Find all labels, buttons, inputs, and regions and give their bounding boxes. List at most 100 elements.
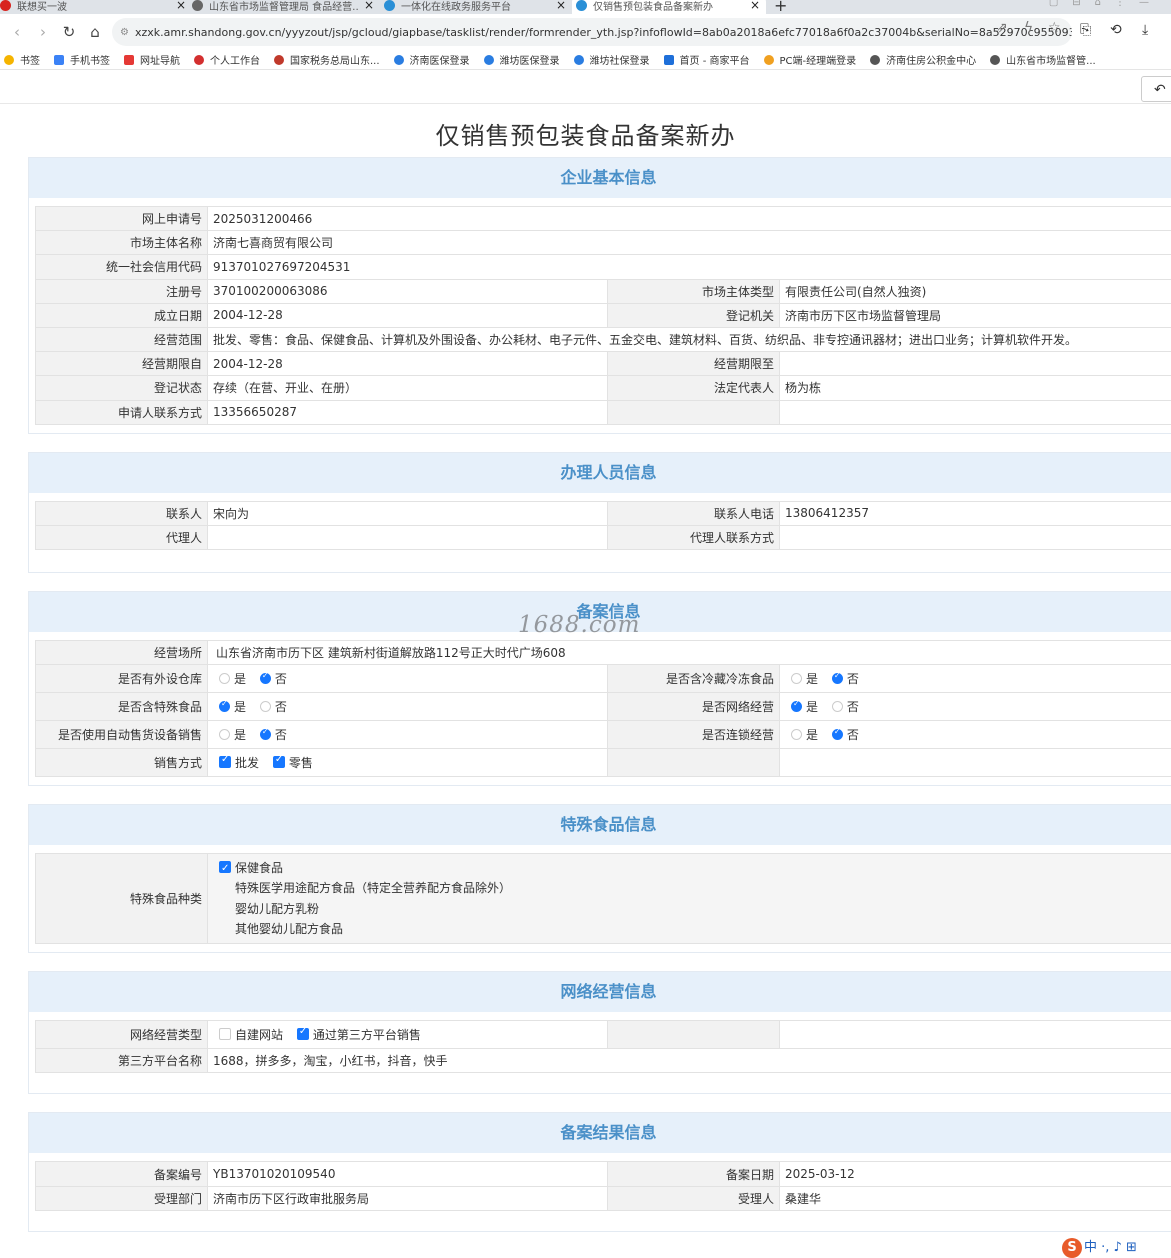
url-field[interactable]: ⚙ xzxk.amr.shandong.gov.cn/yyyzout/jsp/g… [112, 18, 1072, 46]
page-title: 仅销售预包装食品备案新办 [0, 104, 1171, 157]
new-tab-button[interactable]: + [774, 0, 787, 14]
cold-food-no-radio[interactable] [832, 673, 843, 684]
field-label: 特殊食品种类 [36, 854, 208, 944]
acceptor-value: 桑建华 [780, 1186, 1171, 1210]
bookmark-item[interactable]: 国家税务总局山东... [274, 52, 380, 67]
warehouse-no-radio[interactable] [260, 673, 271, 684]
bookmark-item[interactable]: PC端-经理端登录 [764, 52, 857, 67]
browser-tab-3[interactable]: 一体化在线政务服务平台 × [384, 0, 566, 14]
forward-arrow-icon[interactable]: › [30, 23, 56, 41]
applicant-contact-value: 13356650287 [208, 400, 608, 424]
field-label: 注册号 [36, 279, 208, 303]
bookmark-item[interactable]: 个人工作台 [194, 52, 260, 67]
back-arrow-icon[interactable]: ‹ [4, 23, 30, 41]
third-party-checkbox[interactable] [297, 1028, 309, 1040]
bookmark-icon [574, 55, 584, 65]
special-food-no-radio[interactable] [260, 701, 271, 712]
bookmark-icon [194, 55, 204, 65]
radio-label: 是 [806, 728, 818, 742]
section-handler-info: 办理人员信息 联系人 宋向为 联系人电话 13806412357 代理人 代理人… [28, 452, 1171, 573]
wholesale-checkbox[interactable] [219, 756, 231, 768]
table-row: 第三方平台名称 1688，拼多多，淘宝，小红书，抖音，快手 [36, 1049, 1171, 1073]
bookmark-item[interactable]: 网址导航 [124, 52, 180, 67]
radio-label: 否 [847, 700, 859, 714]
other-infant-food-checkbox[interactable] [219, 922, 231, 934]
table-row: 经营期限自 2004-12-28 经营期限至 [36, 352, 1171, 376]
browser-tab-active[interactable]: 仅销售预包装食品备案新办 × [572, 0, 766, 14]
table-row: 特殊食品种类 保健食品 特殊医学用途配方食品（特定全营养配方食品除外） 婴幼儿配… [36, 854, 1171, 944]
warehouse-radio-group: 是 否 [208, 665, 608, 693]
site-info-icon[interactable]: ⚙ [120, 27, 129, 38]
section-title: 企业基本信息 [29, 158, 1171, 198]
star-icon[interactable]: ☆ [1048, 20, 1061, 36]
download-icon[interactable]: ⤓ [1142, 22, 1148, 38]
online-type-checkbox-group: 自建网站 通过第三方平台销售 [208, 1021, 608, 1049]
bookmark-item[interactable]: 济南医保登录 [394, 52, 470, 67]
special-food-yes-radio[interactable] [219, 701, 230, 712]
lightning-icon[interactable]: ϟ [1024, 20, 1033, 36]
table-row: 市场主体名称 济南七喜商贸有限公司 [36, 231, 1171, 255]
period-from-value: 2004-12-28 [208, 352, 608, 376]
field-label: 是否网络经营 [608, 693, 780, 721]
health-food-checkbox[interactable] [219, 861, 231, 873]
filing-info-table: 经营场所 山东省济南市历下区 建筑新村街道解放路112号正大时代广场608 是否… [35, 640, 1171, 777]
tab-close-icon[interactable]: × [176, 0, 186, 12]
bookmark-item[interactable]: 潍坊医保登录 [484, 52, 560, 67]
self-site-checkbox[interactable] [219, 1028, 231, 1040]
return-button[interactable]: ↶ [1141, 76, 1171, 102]
retail-checkbox[interactable] [273, 756, 285, 768]
record-date-value: 2025-03-12 [780, 1162, 1171, 1186]
field-label: 受理人 [608, 1186, 780, 1210]
chain-yes-radio[interactable] [791, 729, 802, 740]
online-yes-radio[interactable] [791, 701, 802, 712]
field-label: 是否含特殊食品 [36, 693, 208, 721]
sale-mode-checkbox-group: 批发 零售 [208, 749, 608, 777]
browser-tab-1[interactable]: 联想买一波 × [0, 0, 186, 14]
radio-label: 是 [806, 700, 818, 714]
cold-food-yes-radio[interactable] [791, 673, 802, 684]
extensions-icon[interactable]: ⎘ [1080, 22, 1091, 38]
online-no-radio[interactable] [832, 701, 843, 712]
field-label: 经营场所 [36, 641, 208, 665]
sogou-logo-icon: S [1062, 1238, 1082, 1258]
table-row: 代理人 代理人联系方式 [36, 525, 1171, 549]
tab-close-icon[interactable]: × [364, 0, 374, 12]
checkbox-label: 特殊医学用途配方食品（特定全营养配方食品除外） [235, 881, 511, 895]
home-icon[interactable]: ⌂ [82, 23, 108, 41]
chain-no-radio[interactable] [832, 729, 843, 740]
vending-yes-radio[interactable] [219, 729, 230, 740]
reg-authority-value: 济南市历下区市场监督管理局 [780, 303, 1171, 327]
vending-no-radio[interactable] [260, 729, 271, 740]
bookmark-item[interactable]: 手机书签 [54, 52, 110, 67]
field-label: 经营期限至 [608, 352, 780, 376]
medical-food-checkbox[interactable] [219, 881, 231, 893]
field-label-empty [608, 1021, 780, 1049]
share-icon[interactable]: ⇗ [996, 20, 1008, 36]
table-row: 经营范围 批发、零售：食品、保健食品、计算机及外围设备、办公耗材、电子元件、五金… [36, 327, 1171, 351]
bookmark-item[interactable]: 书签 [4, 52, 40, 67]
warehouse-yes-radio[interactable] [219, 673, 230, 684]
section-title: 办理人员信息 [29, 453, 1171, 493]
reload-icon[interactable]: ↻ [56, 23, 82, 41]
tab-close-icon[interactable]: × [556, 0, 566, 12]
table-row: 网络经营类型 自建网站 通过第三方平台销售 [36, 1021, 1171, 1049]
section-title: 备案信息 [29, 592, 1171, 632]
ime-toolbar[interactable]: S中 ·, ♪ ⊞ [1062, 1236, 1137, 1258]
section-title: 备案结果信息 [29, 1113, 1171, 1153]
bookmark-item[interactable]: 潍坊社保登录 [574, 52, 650, 67]
field-value-empty [780, 1021, 1171, 1049]
tab-close-icon[interactable]: × [750, 0, 760, 12]
tab-title: 山东省市场监督管理局 食品经营… [209, 0, 359, 13]
table-row: 受理部门 济南市历下区行政审批服务局 受理人 桑建华 [36, 1186, 1171, 1210]
field-value-empty [780, 749, 1171, 777]
bookmark-item[interactable]: 山东省市场监督管... [990, 52, 1096, 67]
bookmark-item[interactable]: 济南住房公积金中心 [870, 52, 976, 67]
browser-tab-2[interactable]: 山东省市场监督管理局 食品经营… × [192, 0, 374, 14]
window-controls[interactable]: ▢⊟⌂⋮— [1049, 0, 1163, 8]
bookmark-item[interactable]: 首页 - 商家平台 [664, 52, 750, 67]
checkbox-label: 其他婴幼儿配方食品 [235, 922, 343, 936]
section-filing-result: 备案结果信息 备案编号 YB13701020109540 备案日期 2025-0… [28, 1112, 1171, 1231]
infant-formula-checkbox[interactable] [219, 902, 231, 914]
history-icon[interactable]: ⟲ [1110, 22, 1122, 38]
agent-contact-value [780, 525, 1171, 549]
